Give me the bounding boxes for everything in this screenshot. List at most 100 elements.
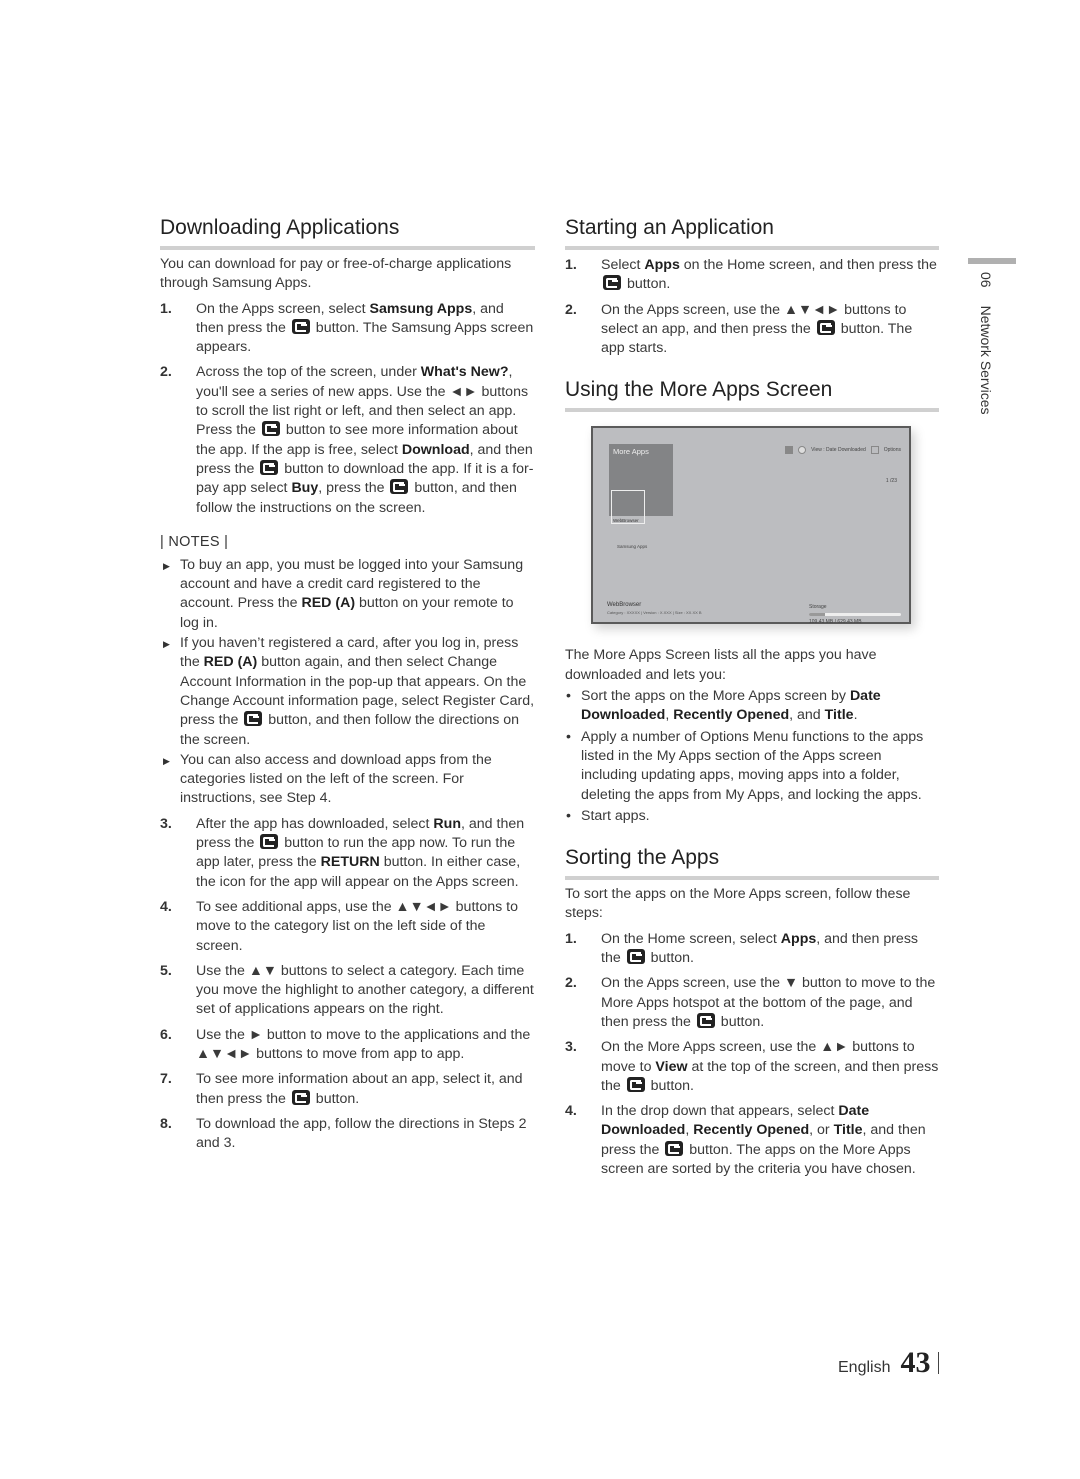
enter-button-icon — [626, 1076, 645, 1092]
step-number: 7. — [160, 1071, 172, 1088]
step-number: 3. — [160, 815, 172, 832]
bold-term: Samsung Apps — [369, 300, 473, 317]
side-tab-bar — [968, 258, 1016, 264]
more-apps-tile-label: More Apps — [613, 447, 649, 457]
enter-button-icon — [260, 834, 279, 850]
side-tab-text: 06 Network Services — [978, 272, 994, 415]
app-meta: Category : XXXXX | Version : X.XXX | Siz… — [607, 610, 702, 616]
sorting-intro: To sort the apps on the More Apps screen… — [565, 886, 911, 922]
notes-list: To buy an app, you must be logged into y… — [160, 556, 535, 809]
enter-button-icon — [244, 711, 263, 727]
list-item: 2. On the Apps screen, use the ▼ button t… — [565, 975, 936, 1030]
step-number: 1. — [565, 257, 577, 273]
selected-app-label: WebBrowser — [613, 518, 639, 524]
storage-panel: Storage 109.43 MB / 629.43 MB — [809, 604, 901, 625]
bold-term: Apps — [780, 930, 817, 947]
list-item: Start apps. — [565, 807, 939, 827]
step-number: 5. — [160, 962, 172, 979]
list-item: 3. On the More Apps screen, use the ▲► bu… — [565, 1039, 939, 1094]
storage-label: Storage — [809, 604, 827, 611]
section-heading-sorting: Sorting the Apps — [565, 844, 939, 881]
list-item: Sort the apps on the More Apps screen by… — [565, 687, 939, 726]
step-number: 8. — [160, 1115, 172, 1132]
app-name: WebBrowser — [607, 602, 642, 609]
enter-button-icon — [603, 275, 621, 291]
list-item: To buy an app, you must be logged into y… — [160, 556, 535, 633]
list-item: 7. To see more information about an app, … — [160, 1071, 523, 1107]
chapter-side-tab: 06 Network Services — [968, 258, 1016, 415]
user-icon — [785, 446, 794, 455]
list-item: 1. On the Home screen, select Apps, and t… — [565, 930, 919, 967]
section-heading-downloading: Downloading Applications — [160, 214, 535, 250]
storage-text: 109.43 MB / 629.43 MB — [809, 619, 862, 626]
step-number: 1. — [565, 930, 577, 947]
enter-button-icon — [260, 459, 279, 475]
enter-button-icon — [291, 1089, 310, 1105]
enter-button-icon — [816, 319, 835, 335]
list-item: 2. Across the top of the screen, under Wh… — [160, 364, 534, 516]
page-number: 43 — [900, 1346, 931, 1379]
list-item: If you haven’t registered a card, after … — [160, 634, 535, 750]
step-number: 4. — [565, 1103, 577, 1120]
enter-button-icon — [291, 318, 310, 334]
more-apps-bullets: Sort the apps on the More Apps screen by… — [565, 687, 939, 826]
step-number: 2. — [565, 975, 577, 992]
section-heading-starting: Starting an Application — [565, 214, 939, 250]
bold-term: RED (A) — [203, 654, 258, 671]
options-label: Options — [883, 447, 901, 454]
list-item: 6. Use the ► button to move to the applic… — [160, 1026, 531, 1062]
storage-bar-fill — [809, 613, 825, 617]
bold-term: RED (A) — [301, 595, 356, 612]
tv-screen: More Apps WebBrowser View : Date Downloa… — [591, 426, 911, 625]
more-apps-screenshot: More Apps WebBrowser View : Date Downloa… — [591, 426, 911, 625]
enter-button-icon — [665, 1140, 684, 1156]
bold-term: Recently Opened — [673, 707, 790, 724]
screen-topbar: View : Date Downloaded Options — [785, 446, 901, 455]
notes-title: | NOTES | — [160, 533, 229, 550]
list-item: Apply a number of Options Menu functions… — [565, 728, 939, 805]
selected-app-tile: WebBrowser — [611, 490, 645, 525]
sorting-steps: 1. On the Home screen, select Apps, and t… — [565, 930, 939, 1180]
footer-language: English — [838, 1359, 891, 1376]
bold-term: Recently Opened — [693, 1122, 810, 1139]
list-item: 1. On the Apps screen, select Samsung App… — [160, 300, 534, 356]
storage-bar — [809, 613, 901, 617]
bold-term: RETURN — [320, 854, 380, 871]
view-icon — [798, 446, 807, 455]
category-label: Samsung Apps — [617, 544, 648, 550]
options-icon — [870, 446, 879, 455]
step-number: 3. — [565, 1039, 577, 1056]
downloading-steps-a: 1. On the Apps screen, select Samsung App… — [160, 300, 535, 518]
bold-term: Run — [433, 815, 461, 832]
list-item: 2. On the Apps screen, use the ▲▼◄► butto… — [565, 301, 913, 357]
enter-button-icon — [390, 479, 409, 495]
bold-term: Title — [824, 707, 854, 724]
downloading-intro: You can download for pay or free-of-char… — [160, 256, 512, 292]
section-heading-more-apps: Using the More Apps Screen — [565, 376, 939, 413]
downloading-steps-b: 3. After the app has downloaded, select R… — [160, 815, 535, 1154]
list-item: 8. To download the app, follow the direct… — [160, 1115, 527, 1152]
footer-rule — [938, 1352, 940, 1374]
bold-term: Buy — [291, 480, 319, 497]
page-footer: English 43 — [838, 1346, 940, 1380]
bold-term: Download — [401, 441, 470, 458]
view-label: View : Date Downloaded — [811, 447, 866, 454]
step-number: 2. — [565, 301, 577, 318]
list-item: 5. Use the ▲▼ buttons to select a categor… — [160, 962, 534, 1018]
list-item: 1. Select Apps on the Home screen, and th… — [565, 257, 937, 293]
starting-steps: 1. Select Apps on the Home screen, and th… — [565, 256, 939, 358]
chapter-title: Network Services — [978, 305, 994, 415]
left-column: Downloading Applications You can downloa… — [160, 214, 535, 1153]
bold-term: View — [655, 1058, 688, 1075]
list-item: 4. In the drop down that appears, select … — [565, 1103, 926, 1178]
step-number: 6. — [160, 1026, 172, 1043]
step-number: 1. — [160, 300, 172, 317]
bold-term: Apps — [644, 257, 680, 273]
enter-button-icon — [261, 421, 280, 437]
more-apps-intro: The More Apps Screen lists all the apps … — [565, 647, 877, 683]
list-item: You can also access and download apps fr… — [160, 751, 535, 809]
step-number: 2. — [160, 364, 172, 381]
step-number: 4. — [160, 898, 172, 915]
right-column: Starting an Application 1. Select Apps on… — [565, 214, 939, 1179]
list-item: 4. To see additional apps, use the ▲▼◄► b… — [160, 898, 518, 954]
